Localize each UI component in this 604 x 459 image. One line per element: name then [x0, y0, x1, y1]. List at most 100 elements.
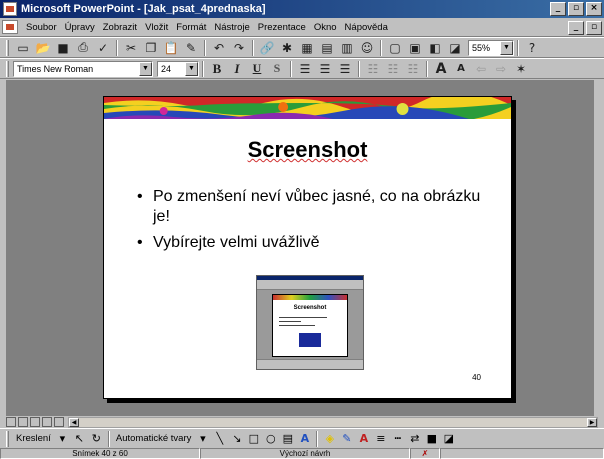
format-painter-icon[interactable]: ✎ [181, 39, 201, 57]
chevron-down-icon[interactable]: ▼ [185, 61, 198, 76]
slide-layout-icon[interactable]: ▣ [405, 39, 425, 57]
shadow-button[interactable]: S [267, 60, 287, 78]
toolbar-grip[interactable] [6, 430, 9, 447]
menu-napoveda[interactable]: Nápověda [341, 22, 392, 33]
new-slide-icon[interactable]: ▢ [385, 39, 405, 57]
doc-restore-button[interactable]: ▫ [586, 21, 602, 35]
horizontal-scrollbar[interactable]: ◀ ▶ [68, 416, 598, 428]
slide-counter: Snímek 40 z 60 [0, 448, 200, 459]
slideshow-view-icon[interactable] [54, 417, 64, 427]
toolbar-grip[interactable] [6, 39, 9, 56]
menu-zobrazit[interactable]: Zobrazit [99, 22, 141, 33]
arrow-style-icon[interactable]: ⇄ [406, 430, 423, 447]
textbox-tool-icon[interactable]: ▤ [279, 430, 296, 447]
undo-icon[interactable]: ↶ [209, 39, 229, 57]
chevron-down-icon[interactable]: ▼ [139, 61, 152, 76]
font-name-value: Times New Roman [17, 63, 94, 74]
autoshapes-menu-button[interactable]: Automatické tvary [113, 433, 195, 444]
grayscale-icon[interactable]: ◧ [425, 39, 445, 57]
menu-soubor[interactable]: Soubor [22, 22, 61, 33]
fill-color-icon[interactable]: ◈ [321, 430, 338, 447]
italic-button[interactable]: I [227, 60, 247, 78]
wordart-icon[interactable]: A [296, 430, 313, 447]
decrease-font-icon[interactable]: A [451, 60, 471, 78]
chevron-down-icon[interactable]: ▾ [54, 430, 71, 447]
free-rotate-icon[interactable]: ↻ [88, 430, 105, 447]
normal-view-icon[interactable] [6, 417, 16, 427]
line-tool-icon[interactable]: ╲ [211, 430, 228, 447]
scroll-right-icon[interactable]: ▶ [587, 417, 597, 427]
toolbar-grip[interactable] [6, 60, 9, 77]
underline-button[interactable]: U [247, 60, 267, 78]
outline-view-icon[interactable] [18, 417, 28, 427]
insert-chart-icon[interactable]: ▥ [337, 39, 357, 57]
formatting-toolbar: Times New Roman ▼ 24 ▼ B I U S ☰ ☰ ☰ ☷ ☷… [0, 58, 604, 79]
font-name-select[interactable]: Times New Roman ▼ [13, 60, 153, 77]
title-bar: Microsoft PowerPoint - [Jak_psat_4predna… [0, 0, 604, 18]
align-right-icon[interactable]: ☰ [335, 60, 355, 78]
align-center-icon[interactable]: ☰ [315, 60, 335, 78]
toolbar-separator [252, 39, 254, 56]
bold-button[interactable]: B [207, 60, 227, 78]
arrow-tool-icon[interactable]: ↘ [228, 430, 245, 447]
save-icon[interactable]: ■ [53, 39, 73, 57]
align-left-icon[interactable]: ☰ [295, 60, 315, 78]
bullets-icon[interactable]: ☷ [383, 60, 403, 78]
font-size-select[interactable]: 24 ▼ [157, 60, 199, 77]
line-style-icon[interactable]: ≡ [372, 430, 389, 447]
select-objects-icon[interactable]: ↖ [71, 430, 88, 447]
spelling-icon[interactable]: ✓ [93, 39, 113, 57]
numbering-icon[interactable]: ☷ [363, 60, 383, 78]
menu-okno[interactable]: Okno [310, 22, 341, 33]
notes-view-icon[interactable] [42, 417, 52, 427]
dash-style-icon[interactable]: ┅ [389, 430, 406, 447]
insert-clipart-icon[interactable]: ☺ [357, 39, 377, 57]
close-button[interactable]: × [586, 2, 602, 16]
animation-effects-icon[interactable]: ✶ [511, 60, 531, 78]
menu-prezentace[interactable]: Prezentace [254, 22, 310, 33]
bullet-list[interactable]: Po zmenšení neví vůbec jasné, co na obrá… [137, 187, 497, 259]
print-icon[interactable]: ⎙ [73, 39, 93, 57]
screenshot-image[interactable]: Screenshot [256, 275, 364, 370]
document-icon[interactable] [2, 20, 18, 34]
line-spacing-icon[interactable]: ☷ [403, 60, 423, 78]
promote-icon[interactable]: ⇦ [471, 60, 491, 78]
insert-table-icon[interactable]: ▦ [297, 39, 317, 57]
insert-excel-icon[interactable]: ▤ [317, 39, 337, 57]
slide-title[interactable]: Screenshot [104, 137, 511, 163]
shadow-icon[interactable]: ■ [423, 430, 440, 447]
increase-font-icon[interactable]: A [431, 60, 451, 78]
slide-sorter-view-icon[interactable] [30, 417, 40, 427]
web-toolbar-icon[interactable]: ✱ [277, 39, 297, 57]
zoom-select[interactable]: 55% ▼ [468, 39, 514, 56]
copy-icon[interactable]: ❐ [141, 39, 161, 57]
chevron-down-icon[interactable]: ▼ [500, 40, 513, 55]
cut-icon[interactable]: ✂ [121, 39, 141, 57]
help-icon[interactable]: ? [522, 39, 542, 57]
new-document-icon[interactable]: ▭ [13, 39, 33, 57]
menu-vlozit[interactable]: Vložit [141, 22, 172, 33]
scroll-left-icon[interactable]: ◀ [69, 417, 79, 427]
menu-upravy[interactable]: Úpravy [61, 22, 99, 33]
minimize-button[interactable]: _ [550, 2, 566, 16]
chevron-down-icon[interactable]: ▾ [194, 430, 211, 447]
menu-format[interactable]: Formát [172, 22, 210, 33]
slide-canvas[interactable]: Screenshot Po zmenšení neví vůbec jasné,… [103, 96, 512, 399]
3d-icon[interactable]: ◪ [440, 430, 457, 447]
hyperlink-icon[interactable]: 🔗 [257, 39, 277, 57]
demote-icon[interactable]: ⇨ [491, 60, 511, 78]
powerpoint-app-icon[interactable] [3, 2, 17, 16]
menu-nastroje[interactable]: Nástroje [210, 22, 253, 33]
thumb-text-line [279, 325, 315, 326]
open-folder-icon[interactable]: 📂 [33, 39, 53, 57]
paste-icon[interactable]: 📋 [161, 39, 181, 57]
oval-tool-icon[interactable]: ○ [262, 430, 279, 447]
rectangle-tool-icon[interactable]: □ [245, 430, 262, 447]
redo-icon[interactable]: ↷ [229, 39, 249, 57]
restore-button[interactable]: ▫ [568, 2, 584, 16]
doc-minimize-button[interactable]: _ [568, 21, 584, 35]
expand-all-icon[interactable]: ◪ [445, 39, 465, 57]
font-color-icon[interactable]: A [355, 430, 372, 447]
draw-menu-button[interactable]: Kreslení [13, 433, 54, 444]
line-color-icon[interactable]: ✎ [338, 430, 355, 447]
